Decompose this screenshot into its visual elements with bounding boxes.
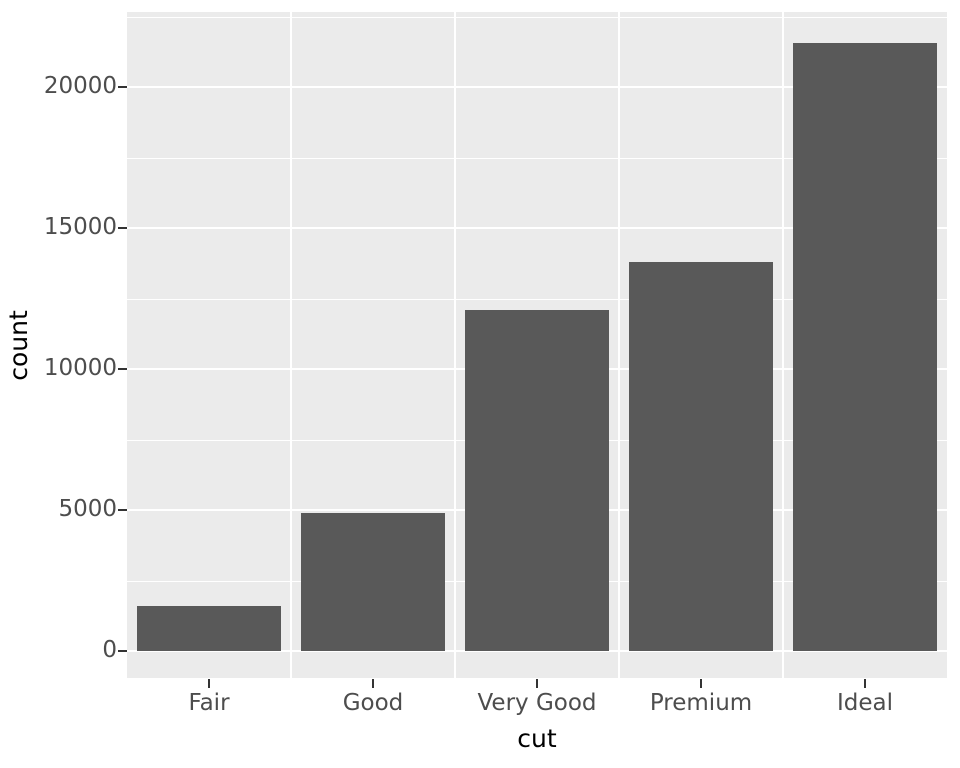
gridline-minor-vertical bbox=[782, 12, 784, 678]
x-axis-title: cut bbox=[517, 724, 557, 753]
bar bbox=[629, 262, 773, 651]
y-axis-tick-mark bbox=[118, 227, 127, 229]
x-axis-tick-label: Fair bbox=[188, 690, 230, 716]
y-axis-tick-label: 5000 bbox=[58, 496, 117, 522]
bar bbox=[301, 512, 445, 651]
y-axis-tick-mark bbox=[118, 368, 127, 370]
x-axis-tick-label: Premium bbox=[649, 690, 753, 716]
y-axis-tick-label: 10000 bbox=[43, 355, 117, 381]
x-axis-tick-label: Good bbox=[342, 690, 404, 716]
y-axis-tick-mark bbox=[118, 509, 127, 511]
y-axis-tick-mark bbox=[118, 86, 127, 88]
x-axis-tick-mark bbox=[208, 679, 210, 688]
gridline-minor-horizontal bbox=[127, 16, 947, 18]
plot-panel bbox=[127, 12, 947, 678]
bar bbox=[793, 43, 937, 651]
y-axis-tick-label: 0 bbox=[102, 637, 117, 663]
chart-container: count 20000 15000 10000 5000 0 Fair Good Very … bbox=[0, 0, 960, 768]
gridline-minor-vertical bbox=[290, 12, 292, 678]
gridline-minor-vertical bbox=[618, 12, 620, 678]
bar bbox=[137, 605, 281, 651]
y-axis-tick-label: 20000 bbox=[43, 73, 117, 99]
y-axis-tick-label: 15000 bbox=[43, 214, 117, 240]
x-axis-tick-mark bbox=[536, 679, 538, 688]
x-axis-tick-label: Ideal bbox=[836, 690, 894, 716]
y-axis-title: count bbox=[0, 0, 36, 690]
x-axis-tick-mark bbox=[864, 679, 866, 688]
x-axis-tick-mark bbox=[700, 679, 702, 688]
x-axis-tick-label: Very Good bbox=[477, 690, 597, 716]
gridline-minor-vertical bbox=[454, 12, 456, 678]
x-axis-tick-mark bbox=[372, 679, 374, 688]
y-axis-tick-mark bbox=[118, 650, 127, 652]
bar bbox=[465, 310, 609, 651]
